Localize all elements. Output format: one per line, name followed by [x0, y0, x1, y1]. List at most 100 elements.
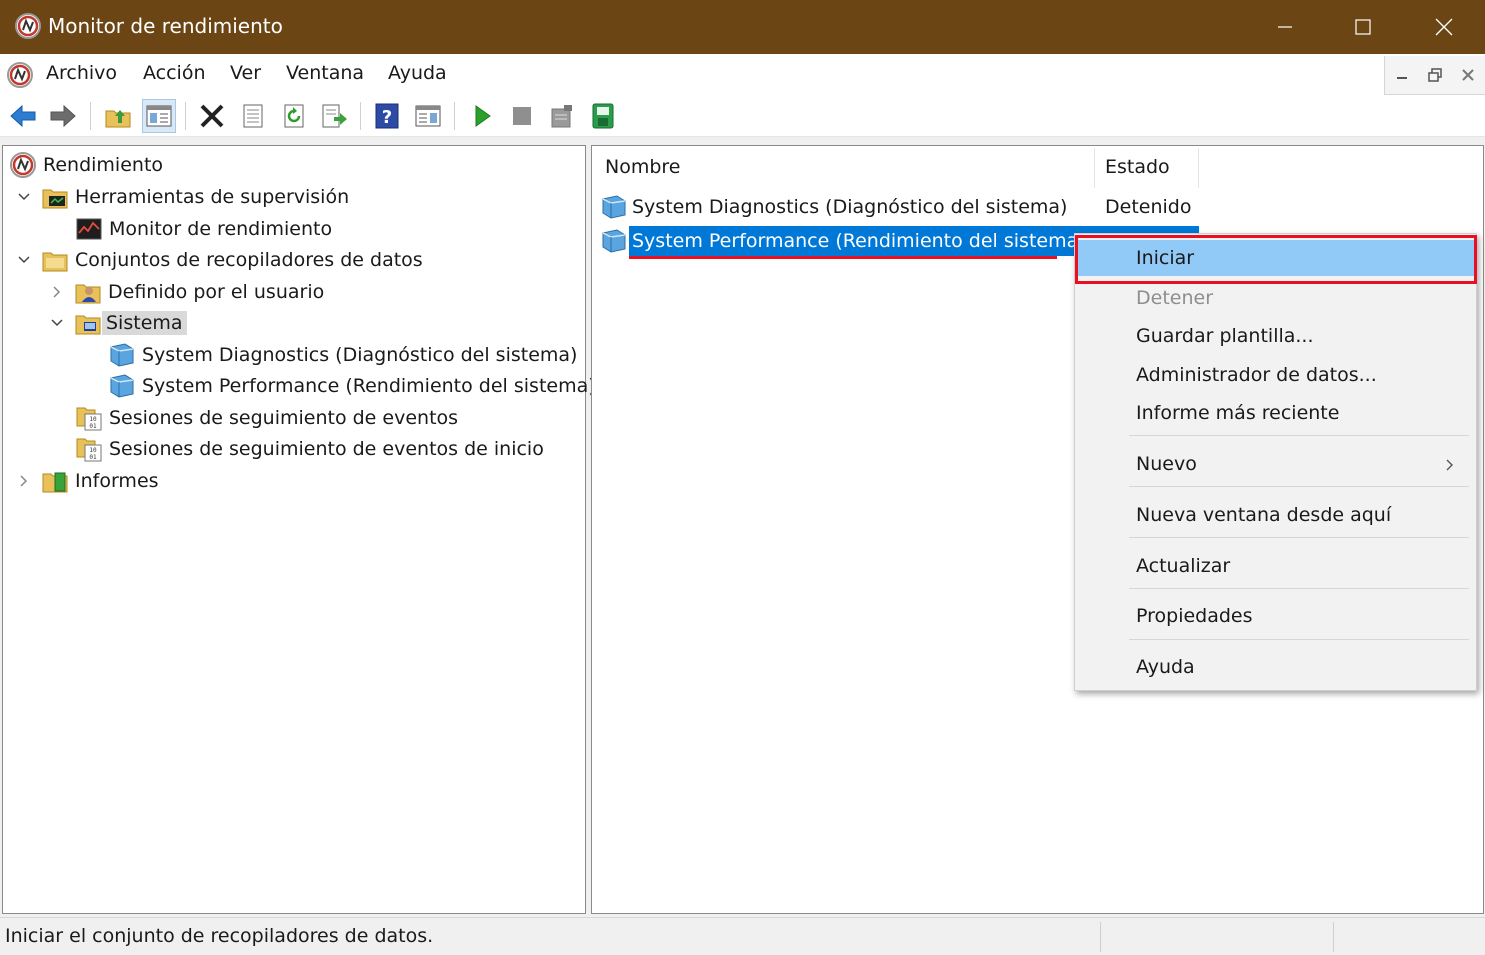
tree-item-definido-usuario[interactable]: Definido por el usuario [48, 277, 328, 307]
back-button[interactable] [6, 99, 40, 133]
tree-item-monitor-rendimiento[interactable]: Monitor de rendimiento [75, 214, 336, 244]
svg-text:01: 01 [89, 454, 97, 461]
trace-session-folder-icon: 1001 [76, 438, 102, 462]
context-menu: Iniciar Detener Guardar plantilla... Adm… [1074, 233, 1477, 691]
status-text: Iniciar el conjunto de recopiladores de … [5, 925, 434, 947]
start-icon [475, 105, 491, 127]
system-folder-icon [75, 315, 101, 335]
help-icon: ? [375, 103, 399, 129]
window-title: Monitor de rendimiento [48, 14, 283, 38]
chevron-right-icon[interactable] [48, 283, 66, 301]
maximize-button[interactable] [1323, 0, 1403, 54]
delete-button[interactable] [195, 99, 229, 133]
export-list-button[interactable] [317, 99, 351, 133]
mdi-close-button[interactable] [1451, 56, 1484, 94]
stop-button[interactable] [505, 99, 539, 133]
data-collector-set-icon [110, 343, 134, 367]
chevron-down-icon[interactable] [48, 314, 66, 332]
toolbar: ? [0, 96, 1485, 137]
menu-ayuda[interactable]: Ayuda [388, 62, 447, 84]
chevron-down-icon[interactable] [15, 251, 33, 269]
menu-separator [1129, 537, 1469, 538]
context-menu-actualizar[interactable]: Actualizar [1076, 548, 1475, 584]
stop-icon [513, 107, 531, 125]
context-menu-nueva-ventana[interactable]: Nueva ventana desde aquí [1076, 497, 1475, 533]
column-header-estado[interactable]: Estado [1105, 156, 1170, 178]
tree-item-conjuntos-recopiladores[interactable]: Conjuntos de recopiladores de datos [15, 245, 427, 275]
context-menu-administrador-datos[interactable]: Administrador de datos... [1076, 357, 1475, 393]
new-data-collector-button[interactable] [545, 99, 579, 133]
context-menu-nuevo[interactable]: Nuevo [1076, 446, 1475, 482]
tree-item-label: Informes [75, 470, 159, 492]
delete-icon [200, 104, 224, 128]
tree-item-label: Sesiones de seguimiento de eventos [109, 407, 459, 429]
menu-bar: Archivo Acción Ver Ventana Ayuda [0, 54, 1485, 96]
list-cell-name: System Diagnostics (Diagnóstico del sist… [632, 196, 1068, 218]
context-menu-ayuda[interactable]: Ayuda [1076, 649, 1475, 685]
tree-item-label: Sesiones de seguimiento de eventos de in… [109, 438, 544, 460]
context-menu-detener[interactable]: Detener [1076, 280, 1475, 316]
list-row-selected[interactable]: System Performance (Rendimiento del sist… [600, 226, 1086, 256]
menu-separator [1129, 588, 1469, 589]
tree-item-label: System Performance (Rendimiento del sist… [142, 375, 596, 397]
annotation-highlight-box [1075, 235, 1477, 284]
toolbar-separator [90, 102, 91, 130]
close-icon [1435, 18, 1453, 36]
tree-item-informes[interactable]: Informes [15, 466, 163, 496]
save-button[interactable] [586, 99, 620, 133]
reports-folder-icon [42, 472, 68, 493]
restore-icon [1427, 68, 1442, 82]
list-row[interactable]: System Diagnostics (Diagnóstico del sist… [600, 192, 1067, 222]
show-hide-action-pane-button[interactable] [411, 99, 445, 133]
minimize-icon [1396, 77, 1407, 79]
close-button[interactable] [1404, 0, 1484, 54]
help-button[interactable]: ? [370, 99, 404, 133]
chevron-down-icon[interactable] [15, 188, 33, 206]
start-button[interactable] [465, 99, 499, 133]
show-hide-tree-button[interactable] [142, 99, 176, 133]
refresh-button[interactable] [277, 99, 311, 133]
system-menu-icon[interactable] [6, 61, 34, 89]
new-data-collector-icon [551, 105, 572, 128]
menu-ventana[interactable]: Ventana [286, 62, 364, 84]
tree-item-label: Conjuntos de recopiladores de datos [75, 249, 423, 271]
context-menu-guardar-plantilla[interactable]: Guardar plantilla... [1076, 318, 1475, 354]
menu-archivo[interactable]: Archivo [46, 62, 117, 84]
mdi-minimize-button[interactable] [1385, 56, 1418, 94]
show-hide-action-pane-icon [415, 105, 441, 127]
column-divider[interactable] [1198, 148, 1199, 188]
mdi-restore-button[interactable] [1418, 56, 1451, 94]
performance-icon [10, 152, 36, 178]
menu-separator [1129, 639, 1469, 640]
menu-accion[interactable]: Acción [143, 62, 206, 84]
performance-monitor-icon [14, 12, 42, 40]
context-menu-informe-reciente[interactable]: Informe más reciente [1076, 395, 1475, 431]
status-divider [1333, 922, 1334, 952]
menu-ver[interactable]: Ver [230, 62, 261, 84]
forward-button[interactable] [46, 99, 80, 133]
tree-item-label: Definido por el usuario [108, 281, 325, 303]
back-arrow-icon [10, 104, 36, 128]
tree-item-sesiones-seguimiento-inicio[interactable]: 10 01 Sesiones de seguimiento de eventos … [75, 434, 548, 464]
up-one-level-button[interactable] [101, 99, 135, 133]
data-collector-set-icon [602, 195, 626, 219]
tree-item-label: Herramientas de supervisión [75, 186, 350, 208]
tree-item-sistema[interactable]: Sistema [48, 308, 187, 338]
properties-button[interactable] [236, 99, 270, 133]
tree-item-sesiones-seguimiento[interactable]: 10 01 Sesiones de seguimiento de eventos [75, 403, 462, 433]
column-divider[interactable] [1094, 148, 1095, 188]
trace-session-folder-icon: 1001 [76, 407, 102, 431]
tree-item-system-performance[interactable]: System Performance (Rendimiento del sist… [108, 371, 600, 401]
show-hide-tree-icon [146, 105, 172, 127]
context-menu-propiedades[interactable]: Propiedades [1076, 598, 1475, 634]
tree-item-rendimiento[interactable]: Rendimiento [9, 150, 167, 180]
toolbar-separator [185, 102, 186, 130]
chevron-right-icon[interactable] [15, 472, 33, 490]
tree-item-herramientas-supervision[interactable]: Herramientas de supervisión [15, 182, 353, 212]
svg-text:10: 10 [89, 447, 97, 454]
tree-item-system-diagnostics[interactable]: System Diagnostics (Diagnóstico del sist… [108, 340, 581, 370]
minimize-button[interactable] [1245, 0, 1325, 54]
column-header-nombre[interactable]: Nombre [605, 156, 681, 178]
properties-icon [243, 104, 263, 128]
menu-separator [1129, 486, 1469, 487]
